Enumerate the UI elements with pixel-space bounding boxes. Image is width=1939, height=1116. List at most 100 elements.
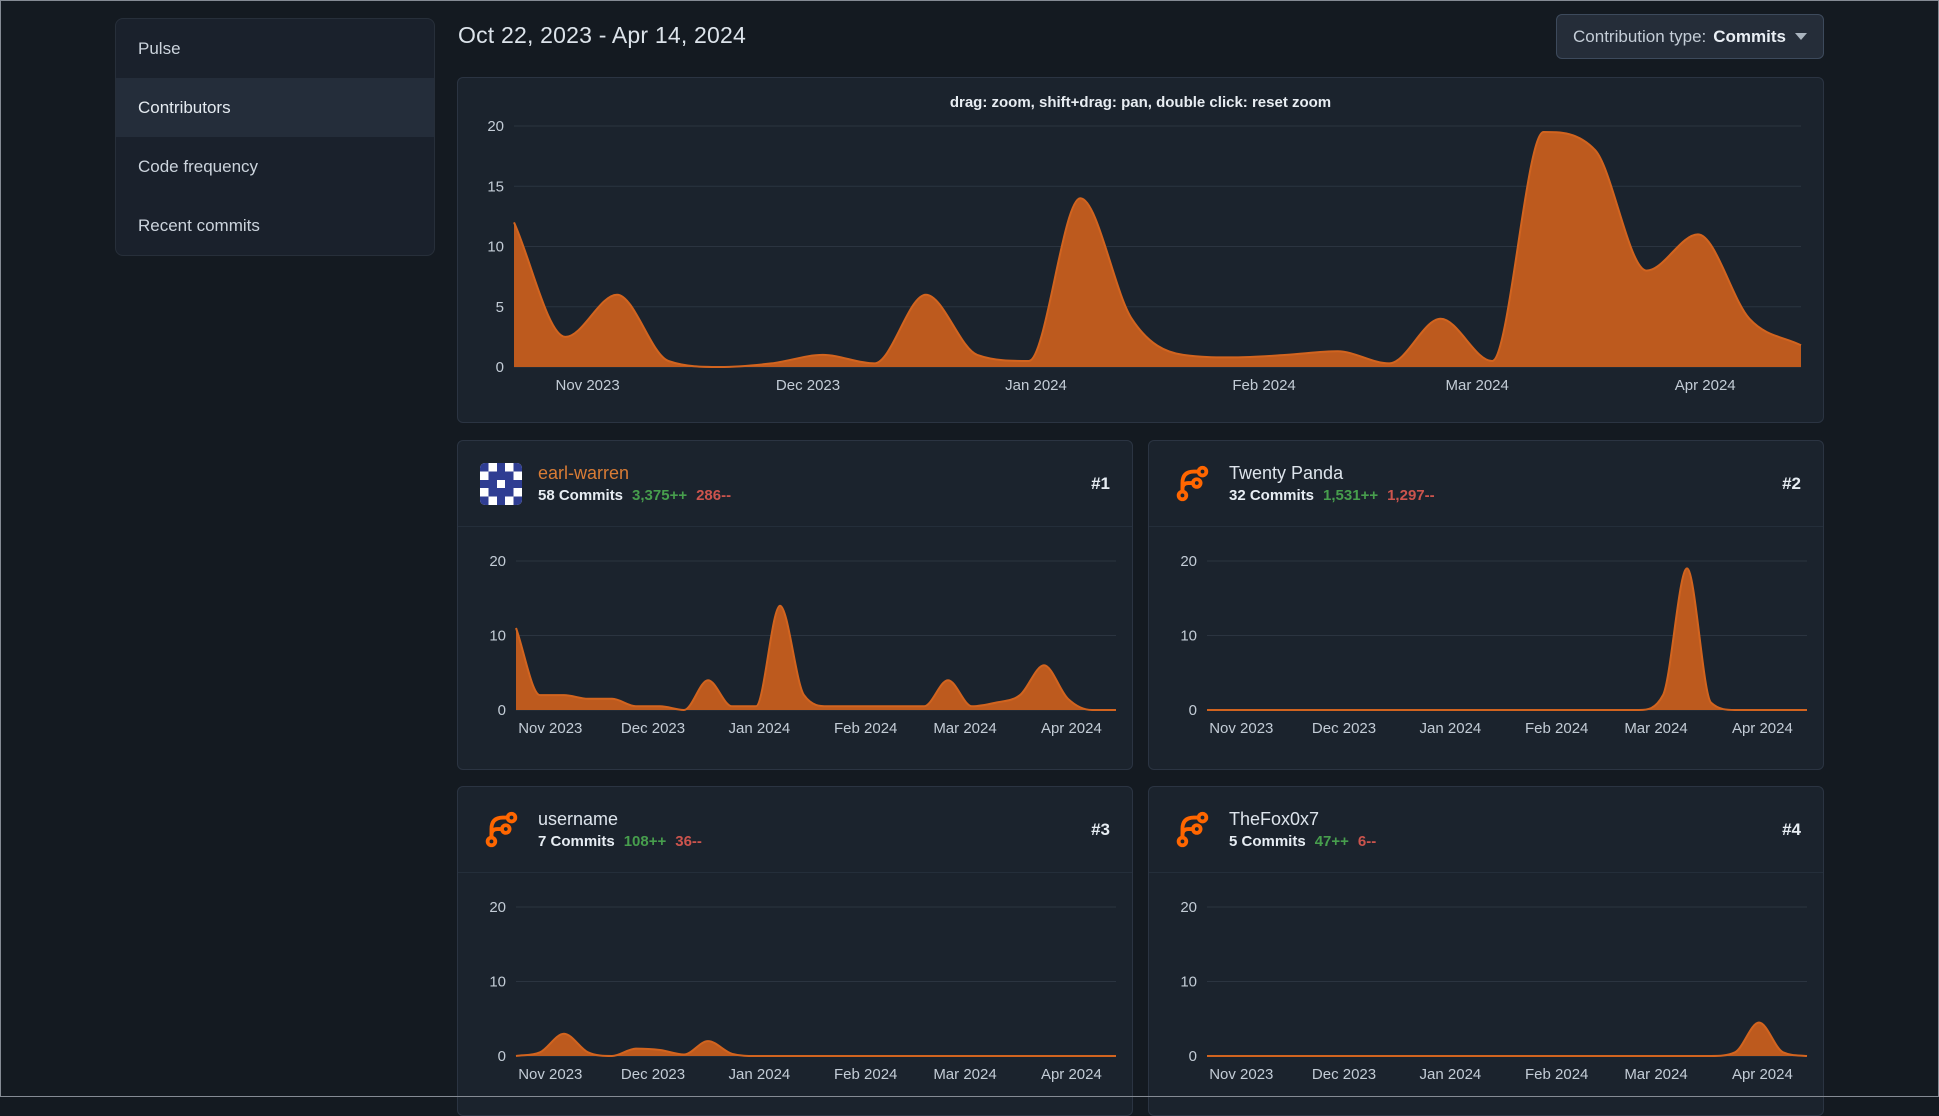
contributor-activity-chart[interactable]: 0 10 20 Nov 2023 Dec 2023 Jan 2024 Feb 2024 Mar…	[458, 527, 1132, 769]
contribution-type-dropdown[interactable]: Contribution type: Commits	[1556, 14, 1824, 59]
contributor-name-link[interactable]: TheFox0x7	[1229, 809, 1770, 830]
additions-count: 3,375++	[632, 487, 688, 505]
activity-sidebar: Pulse Contributors Code frequency Recent…	[115, 18, 435, 256]
contributor-info: earl-warren 58 Commits 3,375++ 286--	[538, 463, 1079, 505]
commit-count: 7 Commits	[538, 833, 615, 851]
svg-text:10: 10	[489, 628, 506, 645]
avatar-forgejo-logo[interactable]	[1171, 463, 1213, 505]
svg-text:Dec 2023: Dec 2023	[1312, 720, 1376, 737]
svg-text:Nov 2023: Nov 2023	[1209, 720, 1273, 737]
svg-text:10: 10	[487, 239, 504, 256]
contributor-activity-chart[interactable]: 0 10 20 Nov 2023 Dec 2023 Jan 2024 Feb 2024 Mar…	[1149, 527, 1823, 769]
sidebar-item-pulse[interactable]: Pulse	[116, 19, 434, 78]
svg-text:10: 10	[1180, 974, 1197, 991]
contributor-card-header: Twenty Panda 32 Commits 1,531++ 1,297-- …	[1149, 441, 1823, 527]
svg-text:15: 15	[487, 178, 504, 195]
svg-text:Jan 2024: Jan 2024	[729, 1066, 791, 1083]
svg-text:Jan 2024: Jan 2024	[1420, 1066, 1482, 1083]
contributor-cards-grid: earl-warren 58 Commits 3,375++ 286-- #1 …	[457, 440, 1824, 1116]
contributor-card-1: earl-warren 58 Commits 3,375++ 286-- #1 …	[457, 440, 1133, 770]
svg-text:Jan 2024: Jan 2024	[729, 720, 791, 737]
svg-text:Mar 2024: Mar 2024	[1624, 1066, 1687, 1083]
svg-text:Apr 2024: Apr 2024	[1732, 1066, 1793, 1083]
rank-badge: #1	[1091, 473, 1110, 493]
svg-text:Feb 2024: Feb 2024	[1232, 377, 1295, 394]
contributor-card-3: username 7 Commits 108++ 36-- #3 0 10 20 No…	[457, 786, 1133, 1116]
contributor-name-link[interactable]: Twenty Panda	[1229, 463, 1770, 484]
svg-text:0: 0	[1189, 1048, 1197, 1065]
svg-text:Mar 2024: Mar 2024	[933, 720, 996, 737]
contributor-activity-chart[interactable]: 0 10 20 Nov 2023 Dec 2023 Jan 2024 Feb 2024 Mar…	[1149, 873, 1823, 1115]
sidebar-item-contributors[interactable]: Contributors	[116, 78, 434, 137]
contributors-content: Oct 22, 2023 - Apr 14, 2024 Contribution…	[457, 0, 1824, 1116]
content-header: Oct 22, 2023 - Apr 14, 2024 Contribution…	[457, 0, 1824, 77]
chart-zoom-hint: drag: zoom, shift+drag: pan, double clic…	[949, 94, 1332, 111]
forgejo-logo-icon	[1176, 811, 1209, 847]
svg-text:10: 10	[1180, 628, 1197, 645]
svg-text:20: 20	[1180, 899, 1197, 916]
svg-text:Jan 2024: Jan 2024	[1005, 377, 1067, 394]
svg-text:Nov 2023: Nov 2023	[1209, 1066, 1273, 1083]
svg-text:0: 0	[498, 702, 506, 719]
contributor-card-header: earl-warren 58 Commits 3,375++ 286-- #1	[458, 441, 1132, 527]
svg-text:Apr 2024: Apr 2024	[1041, 720, 1102, 737]
svg-text:0: 0	[496, 359, 504, 376]
svg-text:10: 10	[489, 974, 506, 991]
rank-badge: #4	[1782, 819, 1801, 839]
svg-text:Apr 2024: Apr 2024	[1041, 1066, 1102, 1083]
overall-activity-chart[interactable]: 0 5 10 15 20 Nov 2023 Dec 2023 Jan 2024 Feb 2024…	[458, 78, 1823, 422]
svg-text:Mar 2024: Mar 2024	[933, 1066, 996, 1083]
svg-text:20: 20	[489, 899, 506, 916]
deletions-count: 1,297--	[1387, 487, 1435, 505]
contributor-stats: 5 Commits 47++ 6--	[1229, 833, 1770, 850]
rank-badge: #3	[1091, 819, 1110, 839]
contributor-info: Twenty Panda 32 Commits 1,531++ 1,297--	[1229, 463, 1770, 505]
svg-text:Feb 2024: Feb 2024	[834, 720, 897, 737]
avatar-identicon[interactable]	[480, 462, 522, 505]
contributor-name-link[interactable]: username	[538, 809, 1079, 830]
deletions-count: 6--	[1357, 833, 1377, 851]
additions-count: 1,531++	[1323, 487, 1379, 505]
deletions-count: 36--	[675, 833, 702, 851]
avatar-forgejo-logo[interactable]	[1171, 809, 1213, 851]
svg-text:Nov 2023: Nov 2023	[518, 720, 582, 737]
svg-text:5: 5	[496, 299, 504, 316]
svg-text:0: 0	[498, 1048, 506, 1065]
contributor-stats: 58 Commits 3,375++ 286--	[538, 487, 1079, 504]
contributor-name-link[interactable]: earl-warren	[538, 463, 1079, 484]
svg-text:Mar 2024: Mar 2024	[1624, 720, 1687, 737]
contributor-stats: 7 Commits 108++ 36--	[538, 833, 1079, 850]
forgejo-logo-icon	[485, 811, 518, 847]
svg-text:Dec 2023: Dec 2023	[1312, 1066, 1376, 1083]
svg-text:Nov 2023: Nov 2023	[555, 377, 619, 394]
contributor-card-header: username 7 Commits 108++ 36-- #3	[458, 787, 1132, 873]
overall-activity-card: drag: zoom, shift+drag: pan, double clic…	[457, 77, 1824, 423]
additions-count: 108++	[623, 833, 667, 851]
svg-text:Dec 2023: Dec 2023	[621, 720, 685, 737]
svg-text:Jan 2024: Jan 2024	[1420, 720, 1482, 737]
commit-count: 32 Commits	[1229, 487, 1315, 505]
svg-text:Mar 2024: Mar 2024	[1446, 377, 1509, 394]
contributor-card-2: Twenty Panda 32 Commits 1,531++ 1,297-- …	[1148, 440, 1824, 770]
svg-text:Feb 2024: Feb 2024	[834, 1066, 897, 1083]
sidebar-item-recent-commits[interactable]: Recent commits	[116, 196, 434, 255]
contributor-info: username 7 Commits 108++ 36--	[538, 809, 1079, 851]
contribution-type-value: Commits	[1713, 26, 1786, 46]
svg-text:Nov 2023: Nov 2023	[518, 1066, 582, 1083]
commit-count: 58 Commits	[538, 487, 624, 505]
svg-text:20: 20	[1180, 553, 1197, 570]
contributor-activity-chart[interactable]: 0 10 20 Nov 2023 Dec 2023 Jan 2024 Feb 2024 Mar…	[458, 873, 1132, 1115]
svg-text:Apr 2024: Apr 2024	[1675, 377, 1736, 394]
contribution-type-label: Contribution type:	[1573, 26, 1707, 46]
svg-text:Dec 2023: Dec 2023	[776, 377, 840, 394]
sidebar-item-code-frequency[interactable]: Code frequency	[116, 137, 434, 196]
contributor-card-4: TheFox0x7 5 Commits 47++ 6-- #4 0 10 20 Nov…	[1148, 786, 1824, 1116]
forgejo-logo-icon	[1176, 465, 1209, 501]
rank-badge: #2	[1782, 473, 1801, 493]
contributor-info: TheFox0x7 5 Commits 47++ 6--	[1229, 809, 1770, 851]
chevron-down-icon	[1795, 33, 1807, 40]
svg-text:0: 0	[1189, 702, 1197, 719]
avatar-forgejo-logo[interactable]	[480, 809, 522, 851]
svg-text:Feb 2024: Feb 2024	[1525, 1066, 1588, 1083]
svg-text:20: 20	[487, 118, 504, 135]
